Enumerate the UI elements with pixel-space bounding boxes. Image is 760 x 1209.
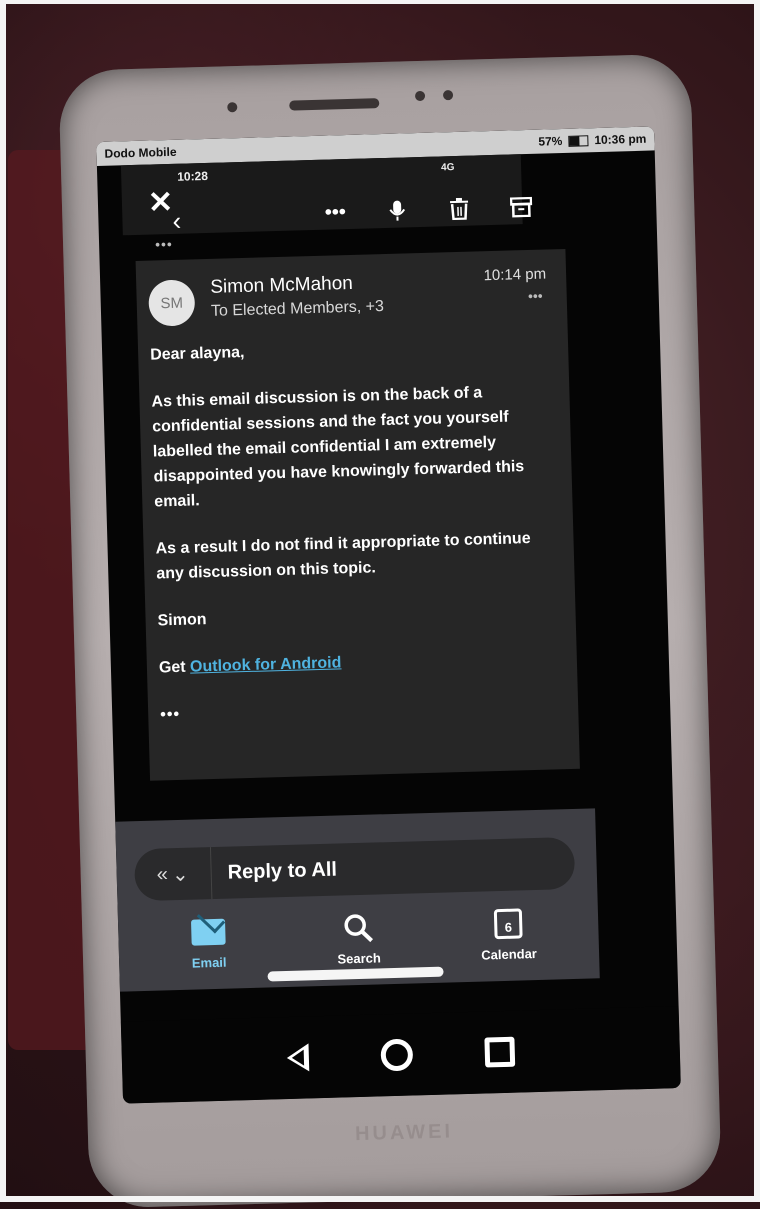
calendar-icon: 6 [489, 906, 528, 941]
tab-calendar[interactable]: 6 Calendar [458, 905, 559, 963]
close-icon[interactable]: ✕ [147, 186, 173, 220]
archive-icon[interactable] [508, 194, 535, 221]
message-card: SM Simon McMahon To Elected Members, +3 … [135, 248, 580, 781]
signature: Simon [157, 611, 207, 630]
back-chevron-icon[interactable]: ‹ [172, 206, 182, 236]
search-icon [339, 910, 378, 945]
reply-options[interactable]: « ⌄ [133, 847, 213, 902]
tab-label: Search [337, 950, 382, 967]
reply-all-icon: « [156, 862, 169, 886]
mail-icon [189, 915, 228, 950]
bottom-panel: « ⌄ Reply to All Email Search 6 Calendar [115, 808, 600, 992]
earpiece [289, 98, 380, 111]
android-nav-bar [120, 1006, 681, 1104]
tab-label: Email [191, 954, 227, 971]
recipients[interactable]: To Elected Members, +3 [211, 298, 384, 321]
trash-icon[interactable] [446, 196, 473, 223]
network-indicator: 4G [440, 162, 455, 174]
chevron-down-icon: ⌄ [171, 863, 189, 886]
message-time: 10:14 pm [483, 265, 547, 285]
message-more-icon[interactable]: ••• [528, 288, 543, 304]
sender-name: Simon McMahon [210, 272, 354, 298]
clock: 10:36 pm [594, 131, 647, 148]
battery-icon [568, 134, 589, 147]
nav-back-icon[interactable] [286, 1043, 310, 1073]
phone-device: Dodo Mobile 57% 10:36 pm 10:28 4G ✕ ‹ ••… [58, 53, 722, 1209]
tab-search[interactable]: Search [308, 910, 409, 968]
footer-prefix: Get [158, 658, 186, 677]
sensor [442, 90, 454, 101]
greeting: Dear alayna, [149, 343, 245, 364]
bottom-tab-bar: Email Search 6 Calendar [158, 905, 559, 971]
body-paragraph: As a result I do not find it appropriate… [155, 530, 531, 583]
phone-screen: Dodo Mobile 57% 10:36 pm 10:28 4G ✕ ‹ ••… [96, 126, 681, 1104]
gesture-home-bar[interactable] [267, 966, 444, 982]
message-body: Dear alayna, As this email discussion is… [150, 332, 537, 727]
footer-line: Get Outlook for Android [159, 645, 536, 680]
front-camera [227, 102, 238, 113]
reply-bar[interactable]: « ⌄ Reply to All [133, 836, 576, 902]
quoted-text-toggle[interactable]: ••• [160, 692, 537, 727]
sensor [414, 90, 426, 102]
avatar[interactable]: SM [148, 279, 196, 327]
body-paragraph: As this email discussion is on the back … [151, 384, 525, 511]
carrier-name: Dodo Mobile [104, 144, 177, 161]
nav-recents-icon[interactable] [484, 1036, 516, 1068]
tab-label: Calendar [481, 946, 538, 963]
battery-level: 57% [538, 133, 563, 149]
microphone-icon[interactable] [384, 197, 411, 224]
nav-home-icon[interactable] [380, 1038, 414, 1072]
more-horizontal-icon[interactable]: ••• [322, 199, 349, 226]
inner-clock: 10:28 [177, 168, 209, 184]
reply-all-button[interactable]: Reply to All [227, 858, 337, 884]
device-brand-logo: HUAWEI [354, 1120, 454, 1146]
collapsed-thread-indicator[interactable]: ••• [155, 236, 173, 252]
outlook-top-bar: 10:28 4G ✕ ‹ ••• [120, 154, 533, 236]
outlook-link[interactable]: Outlook for Android [190, 654, 342, 675]
message-toolbar: ••• [322, 194, 535, 226]
tab-email[interactable]: Email [158, 914, 259, 972]
